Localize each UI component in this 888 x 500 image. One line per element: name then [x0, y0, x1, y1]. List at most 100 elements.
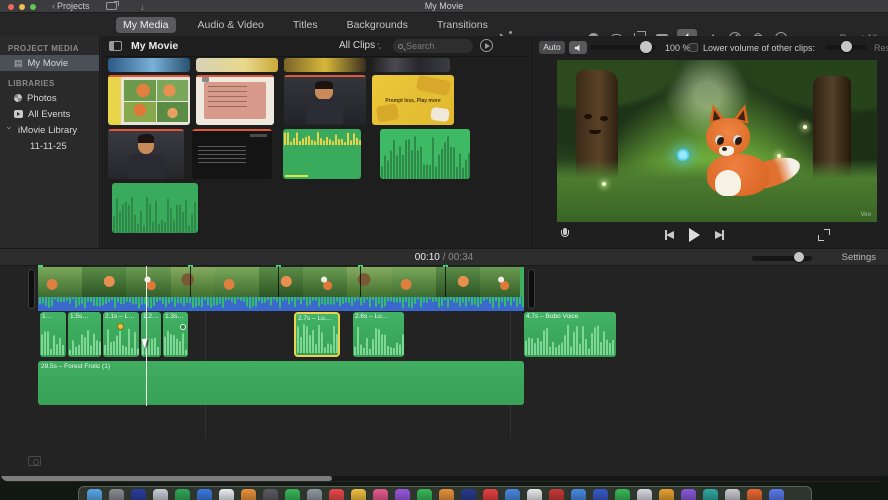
dock-app-icon[interactable] — [197, 489, 212, 500]
tab-backgrounds[interactable]: Backgrounds — [340, 17, 415, 33]
volume-slider[interactable] — [590, 41, 656, 53]
dock-app-icon[interactable] — [241, 489, 256, 500]
dock-app-icon[interactable] — [703, 489, 718, 500]
media-thumbnail-screen-recording[interactable] — [192, 129, 272, 179]
tab-titles[interactable]: Titles — [286, 17, 325, 33]
media-thumbnail[interactable] — [372, 58, 450, 72]
dock-app-icon[interactable] — [527, 489, 542, 500]
dock-app-icon[interactable] — [439, 489, 454, 500]
audio-effect-badge[interactable] — [117, 323, 124, 330]
timeline-settings-button[interactable]: Settings — [842, 252, 876, 263]
search-input[interactable] — [406, 41, 468, 51]
dock-app-icon[interactable] — [681, 489, 696, 500]
sidebar-item-photos[interactable]: Photos — [0, 90, 99, 106]
media-thumbnail[interactable] — [284, 58, 366, 72]
timeline-scrollbar[interactable] — [0, 476, 888, 481]
auto-button[interactable]: Auto — [539, 41, 565, 54]
audio-clip[interactable]: 2.1s – L… — [103, 312, 139, 357]
dock-app-icon[interactable] — [725, 489, 740, 500]
volume-controls: Auto 100 % Lower volume of other clips: … — [532, 39, 888, 57]
timeline-zoom-knob[interactable] — [794, 252, 804, 262]
audio-clip[interactable]: 1.3s… — [163, 312, 188, 357]
dock-app-icon[interactable] — [549, 489, 564, 500]
dock-app-icon[interactable] — [109, 489, 124, 500]
clip-filter-dropdown[interactable]: All Clips › › — [339, 40, 382, 51]
media-thumbnail-audio[interactable] — [380, 129, 470, 179]
tab-transitions[interactable]: Transitions — [430, 17, 495, 33]
dock-app-icon[interactable] — [307, 489, 322, 500]
media-thumbnail-audio[interactable] — [112, 183, 198, 233]
dock-app-icon[interactable] — [153, 489, 168, 500]
dock-app-icon[interactable] — [373, 489, 388, 500]
dock-app-icon[interactable] — [329, 489, 344, 500]
audio-clip[interactable]: 1… — [40, 312, 66, 357]
mute-button[interactable] — [569, 41, 587, 54]
volume-keyframe-badge[interactable] — [180, 324, 186, 330]
media-thumbnail-webpage[interactable] — [108, 75, 190, 125]
sidebar-item-my-movie[interactable]: ▤ My Movie — [0, 55, 99, 71]
dock-app-icon[interactable] — [593, 489, 608, 500]
media-thumbnail[interactable] — [108, 58, 190, 72]
sidebar-toggle-icon[interactable] — [109, 41, 122, 51]
window-title: My Movie — [424, 1, 464, 11]
playhead[interactable] — [146, 266, 147, 406]
voiceover-mic-icon[interactable] — [561, 228, 569, 239]
media-thumbnail[interactable] — [196, 58, 278, 72]
audio-clip[interactable]: 2.6s – Lu… — [353, 312, 404, 357]
tab-my-media[interactable]: My Media — [116, 17, 176, 33]
scrollbar-thumb[interactable] — [0, 476, 332, 481]
timeline-zoom-slider[interactable] — [752, 252, 812, 262]
dock-app-icon[interactable] — [461, 489, 476, 500]
dock-app-icon[interactable] — [417, 489, 432, 500]
video-clip-filmstrip[interactable] — [38, 267, 524, 297]
media-thumbnail-webcam[interactable] — [284, 75, 366, 125]
chevron-down-icon[interactable]: › — [5, 127, 15, 134]
dock-app-icon[interactable] — [263, 489, 278, 500]
play-button[interactable] — [689, 228, 700, 242]
audio-clip-selected[interactable]: 2.7s – Lu… — [294, 312, 340, 357]
dock-app-icon[interactable] — [747, 489, 762, 500]
fox-belly — [715, 170, 742, 197]
media-thumbnail-webcam[interactable] — [108, 129, 184, 179]
dock-app-icon[interactable] — [483, 489, 498, 500]
dock-app-icon[interactable] — [659, 489, 674, 500]
volume-slider-knob[interactable] — [640, 41, 652, 53]
audio-clip[interactable]: 1.2… — [141, 312, 161, 357]
reset-button[interactable]: Reset — [874, 43, 888, 53]
dock-app-icon[interactable] — [571, 489, 586, 500]
dock-app-icon[interactable] — [505, 489, 520, 500]
background-music-clip[interactable]: 29.5s – Forest Frolic (1) — [38, 361, 524, 405]
sidebar-item-event-date[interactable]: 11-11-25 — [0, 138, 99, 154]
dock-app-icon[interactable] — [615, 489, 630, 500]
dock-app-icon[interactable] — [395, 489, 410, 500]
continuous-playback-icon[interactable] — [480, 39, 493, 52]
dock-app-icon[interactable] — [769, 489, 784, 500]
dock-app-icon[interactable] — [351, 489, 366, 500]
lower-volume-checkbox[interactable] — [689, 43, 698, 52]
media-thumbnail-document[interactable] — [196, 75, 274, 125]
search-field[interactable] — [393, 39, 473, 53]
media-thumbnail-audio[interactable] — [283, 129, 361, 179]
dock-app-icon[interactable] — [285, 489, 300, 500]
fullscreen-icon[interactable] — [818, 229, 830, 241]
trim-handle-left[interactable] — [28, 269, 35, 309]
sidebar-item-all-events[interactable]: All Events — [0, 106, 99, 122]
filmstrip-frame — [435, 267, 480, 297]
media-thumbnail-promo[interactable]: Prompt less, Play more — [372, 75, 454, 125]
dock-app-icon[interactable] — [131, 489, 146, 500]
dock-app-icon[interactable] — [87, 489, 102, 500]
lower-volume-slider[interactable] — [825, 41, 867, 52]
dock-app-icon[interactable] — [637, 489, 652, 500]
audio-clip[interactable]: 1.5s… — [68, 312, 101, 357]
dock-app-icon[interactable] — [175, 489, 190, 500]
lower-volume-knob[interactable] — [841, 41, 852, 52]
trim-handle-right[interactable] — [528, 269, 535, 309]
video-audio-strip[interactable] — [38, 297, 524, 311]
sidebar-item-imovie-library[interactable]: › iMovie Library — [0, 122, 99, 138]
clip-end-handle[interactable] — [520, 267, 524, 297]
audio-clip[interactable]: 4.7s – Bobo Voice — [524, 312, 616, 357]
dock-app-icon[interactable] — [219, 489, 234, 500]
previous-frame-button[interactable] — [664, 230, 676, 240]
tab-audio-video[interactable]: Audio & Video — [191, 17, 271, 33]
next-frame-button[interactable] — [713, 230, 725, 240]
